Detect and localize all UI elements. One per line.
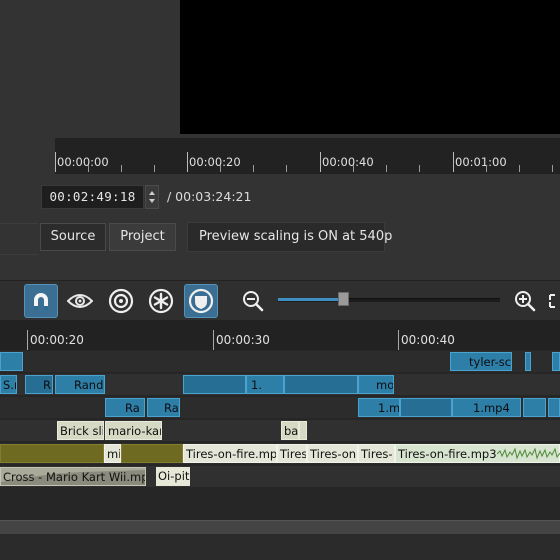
timeline-clip[interactable]: 1.mp4: [452, 398, 521, 417]
zoom-in-icon: [515, 291, 536, 312]
ruler-tick: [386, 165, 387, 172]
ruler-tick: [154, 165, 155, 172]
clip-label: Cross - Mario Kart Wii.mp: [3, 470, 146, 484]
timeline-clip[interactable]: [121, 444, 183, 463]
target-icon: [108, 288, 134, 314]
status-message: Preview scaling is ON at 540p: [187, 222, 392, 252]
ruler-tick: [187, 152, 188, 172]
tab-source[interactable]: Source: [40, 223, 106, 251]
ruler-tick: [55, 152, 56, 172]
timeline-track: Brick sli mario-kar ba: [0, 420, 560, 441]
fit-icon: [549, 294, 555, 308]
magnet-icon: [34, 293, 48, 310]
timeline-clip[interactable]: [284, 375, 358, 394]
timeline-ruler-label: 00:00:30: [216, 333, 270, 347]
zoom-out-icon: [243, 291, 264, 312]
zoom-slider-fill: [278, 298, 344, 301]
ruler-tick: [121, 165, 122, 172]
timeline-track: mi Tires-on-fire.mp3 Tires Tires-on Tire…: [0, 443, 560, 464]
timeline-tick: [213, 330, 214, 350]
timeline-clip[interactable]: Ra: [147, 398, 180, 417]
timeline-clip[interactable]: mi: [104, 444, 121, 463]
ruler-tick: [453, 152, 454, 172]
player-ruler[interactable]: 00:00:00 00:00:20 00:00:40 00:01:00: [55, 138, 560, 174]
timeline-track: Ra Ra 1.m 1.mp4: [0, 397, 560, 418]
ripple-button[interactable]: [104, 284, 138, 318]
eye-icon: [67, 294, 93, 308]
tab-project[interactable]: Project: [109, 223, 176, 251]
total-duration: / 00:03:24:21: [167, 189, 252, 204]
timeline-clip[interactable]: [548, 398, 560, 417]
spin-down-icon[interactable]: [149, 199, 155, 203]
timeline-clip[interactable]: Brick sli: [57, 421, 104, 440]
timeline-clip[interactable]: Tires-: [358, 444, 395, 463]
timeline-clip[interactable]: mario-kar: [105, 421, 162, 440]
ruler-label: 00:00:40: [322, 155, 374, 169]
timeline-clip[interactable]: Tires-on-fire.mp3: [183, 444, 277, 463]
timeline-clip[interactable]: mo: [358, 375, 394, 394]
ruler-tick: [253, 165, 254, 172]
timeline-clip[interactable]: Tires: [277, 444, 307, 463]
timeline-track: tyler-sc: [0, 351, 560, 372]
timeline-clip[interactable]: [183, 375, 246, 394]
timeline-track: S.m R Rand 1. mo: [0, 374, 560, 395]
timeline-clip[interactable]: [523, 398, 546, 417]
timeline-clip[interactable]: [299, 421, 307, 440]
ruler-label: 00:00:20: [189, 155, 241, 169]
timeline-ruler[interactable]: 00:00:20 00:00:30 00:00:40: [0, 320, 560, 350]
timeline-clip[interactable]: S.m: [0, 375, 17, 394]
scrub-button[interactable]: [63, 284, 97, 318]
ruler-tick: [519, 165, 520, 172]
ruler-tick: [353, 165, 354, 172]
bottom-bar: [0, 534, 560, 560]
ruler-label: 00:01:00: [455, 155, 507, 169]
timeline-clip[interactable]: [400, 398, 452, 417]
timeline-clip[interactable]: Rand: [55, 375, 105, 394]
timeline-clip[interactable]: [552, 352, 560, 371]
timeline-clip[interactable]: [0, 352, 23, 371]
waveform: [497, 447, 560, 460]
shield-icon: [188, 288, 214, 314]
timeline-track: Cross - Mario Kart Wii.mp Oi-pit: [0, 466, 560, 487]
ruler-tick: [552, 165, 553, 172]
zoom-slider-handle[interactable]: [338, 292, 349, 306]
ruler-tick: [419, 165, 420, 172]
timeline-clip[interactable]: tyler-sc: [450, 352, 512, 371]
left-panel: [0, 223, 38, 255]
timeline-scrollbar[interactable]: [0, 520, 560, 535]
ruler-tick: [286, 165, 287, 172]
timeline-clip[interactable]: Oi-pit: [156, 467, 190, 486]
timeline-clip[interactable]: Cross - Mario Kart Wii.mp: [0, 467, 146, 486]
timeline-clip[interactable]: 1.: [246, 375, 284, 394]
time-spinner[interactable]: [145, 185, 159, 209]
ruler-tick: [220, 165, 221, 172]
ripple-all-icon: [148, 288, 174, 314]
timeline-clip[interactable]: Tires-on: [307, 444, 358, 463]
ripple-all-tracks-button[interactable]: [144, 284, 178, 318]
fit-button[interactable]: [546, 284, 560, 318]
ruler-tick: [88, 165, 89, 172]
timeline-clip[interactable]: 1.m: [358, 398, 400, 417]
timeline-clip[interactable]: R: [25, 375, 53, 394]
ruler-tick: [486, 165, 487, 172]
ruler-tick: [320, 152, 321, 172]
spin-up-icon[interactable]: [149, 191, 155, 195]
timeline-clip[interactable]: Ra: [105, 398, 145, 417]
timeline-ruler-label: 00:00:40: [401, 333, 455, 347]
current-time-field[interactable]: 00:02:49:18: [41, 185, 144, 209]
timeline-tick: [27, 330, 28, 350]
timeline-ruler-label: 00:00:20: [30, 333, 84, 347]
snap-button[interactable]: [24, 284, 58, 318]
zoom-in-button[interactable]: [508, 284, 542, 318]
ripple-markers-button[interactable]: [184, 284, 218, 318]
timeline-tick: [398, 330, 399, 350]
video-preview[interactable]: [180, 0, 560, 134]
timeline-clip[interactable]: [525, 352, 531, 371]
ruler-label: 00:00:00: [57, 155, 109, 169]
zoom-out-button[interactable]: [236, 284, 270, 318]
timeline-clip[interactable]: ba: [281, 421, 299, 440]
timeline-clip[interactable]: [0, 444, 104, 463]
